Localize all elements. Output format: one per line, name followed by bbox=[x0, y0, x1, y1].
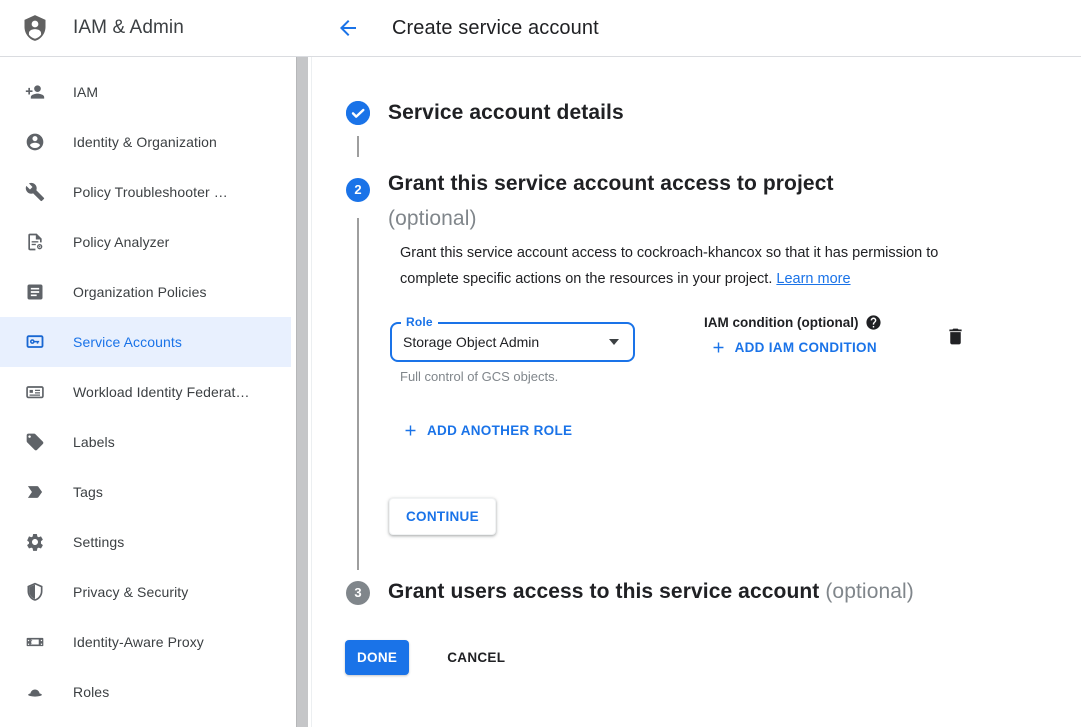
chevron-down-icon bbox=[609, 339, 619, 345]
gear-icon bbox=[25, 532, 45, 552]
sidebar-scrollbar[interactable] bbox=[296, 57, 308, 727]
create-service-account-form: Service account details 2 Grant this ser… bbox=[312, 57, 1081, 727]
continue-button[interactable]: CONTINUE bbox=[389, 498, 496, 535]
product-header: IAM & Admin bbox=[0, 0, 312, 56]
sidebar-item-identity-aware-proxy[interactable]: Identity-Aware Proxy bbox=[0, 617, 291, 667]
plus-icon bbox=[710, 339, 727, 356]
page-title: Create service account bbox=[392, 17, 599, 40]
label-tag-icon bbox=[25, 432, 45, 452]
top-bar: IAM & Admin Create service account bbox=[0, 0, 1081, 57]
step3-badge: 3 bbox=[346, 581, 370, 605]
step2-description: Grant this service account access to coc… bbox=[400, 241, 994, 292]
app-title: IAM & Admin bbox=[73, 17, 184, 39]
policy-analyzer-icon bbox=[25, 232, 45, 252]
sidebar-item-policy-troubleshooter[interactable]: Policy Troubleshooter … bbox=[0, 167, 291, 217]
sidebar-item-label: Tags bbox=[73, 484, 103, 500]
role-field-label: Role bbox=[401, 315, 438, 329]
sidebar-item-tags[interactable]: Tags bbox=[0, 467, 291, 517]
wrench-icon bbox=[25, 182, 45, 202]
sidebar-item-settings[interactable]: Settings bbox=[0, 517, 291, 567]
tag-arrow-icon bbox=[25, 482, 45, 502]
step2-badge: 2 bbox=[346, 178, 370, 202]
add-iam-condition-label: ADD IAM CONDITION bbox=[735, 340, 877, 355]
step1-title: Service account details bbox=[388, 100, 624, 126]
service-account-key-icon bbox=[25, 332, 45, 352]
sidebar-item-label: Identity-Aware Proxy bbox=[73, 634, 204, 650]
page-header: Create service account bbox=[312, 0, 1081, 56]
sidebar-item-label: Privacy & Security bbox=[73, 584, 188, 600]
sidebar-item-label: Organization Policies bbox=[73, 284, 207, 300]
step2-title-text: Grant this service account access to pro… bbox=[388, 166, 834, 201]
sidebar-item-label: Service Accounts bbox=[73, 334, 182, 350]
proxy-icon bbox=[25, 632, 45, 652]
help-icon[interactable] bbox=[865, 314, 882, 331]
step2-title: Grant this service account access to pro… bbox=[388, 166, 834, 236]
role-helper-text: Full control of GCS objects. bbox=[400, 369, 558, 384]
step1-check-icon bbox=[346, 101, 370, 125]
sidebar-item-label: Roles bbox=[73, 684, 109, 700]
sidebar-item-identity-organization[interactable]: Identity & Organization bbox=[0, 117, 291, 167]
sidebar-item-workload-identity-federation[interactable]: Workload Identity Federat… bbox=[0, 367, 291, 417]
plus-icon bbox=[402, 422, 419, 439]
sidebar-item-label: Policy Troubleshooter … bbox=[73, 184, 228, 200]
cancel-button[interactable]: CANCEL bbox=[447, 650, 505, 665]
sidebar-item-service-accounts[interactable]: Service Accounts bbox=[0, 317, 291, 367]
sidebar-item-label: Labels bbox=[73, 434, 115, 450]
sidebar-item-roles[interactable]: Roles bbox=[0, 667, 291, 717]
sidebar-item-policy-analyzer[interactable]: Policy Analyzer bbox=[0, 217, 291, 267]
step-connector bbox=[357, 218, 359, 570]
role-selected-value: Storage Object Admin bbox=[403, 334, 539, 350]
sidebar-item-label: Settings bbox=[73, 534, 124, 550]
sidebar-item-iam[interactable]: IAM bbox=[0, 67, 291, 117]
step3-optional-label: (optional) bbox=[825, 580, 914, 603]
learn-more-link[interactable]: Learn more bbox=[776, 271, 850, 287]
delete-role-trash-icon[interactable] bbox=[945, 325, 967, 347]
sidebar-item-privacy-security[interactable]: Privacy & Security bbox=[0, 567, 291, 617]
hat-icon bbox=[25, 682, 45, 702]
sidebar-item-label: Identity & Organization bbox=[73, 134, 217, 150]
iam-shield-logo-icon bbox=[21, 13, 49, 43]
done-button[interactable]: DONE bbox=[345, 640, 409, 675]
step2-description-text: Grant this service account access to coc… bbox=[400, 245, 938, 287]
step-connector bbox=[357, 136, 359, 157]
step3-title-text: Grant users access to this service accou… bbox=[388, 580, 819, 603]
sidebar: IAM Identity & Organization Policy Troub… bbox=[0, 57, 312, 727]
sidebar-item-label: IAM bbox=[73, 84, 98, 100]
sidebar-item-labels[interactable]: Labels bbox=[0, 417, 291, 467]
add-another-role-button[interactable]: ADD ANOTHER ROLE bbox=[402, 422, 572, 439]
back-arrow-icon[interactable] bbox=[336, 16, 360, 40]
iam-condition-label: IAM condition (optional) bbox=[704, 315, 858, 330]
account-circle-icon bbox=[25, 132, 45, 152]
role-select[interactable]: Role Storage Object Admin bbox=[390, 322, 635, 362]
step2-optional-label: (optional) bbox=[388, 201, 834, 236]
article-icon bbox=[25, 282, 45, 302]
add-iam-condition-button[interactable]: ADD IAM CONDITION bbox=[710, 339, 877, 356]
add-another-role-label: ADD ANOTHER ROLE bbox=[427, 423, 572, 438]
iam-admin-console: IAM & Admin Create service account IAM I… bbox=[0, 0, 1081, 727]
sidebar-item-label: Policy Analyzer bbox=[73, 234, 169, 250]
sidebar-item-organization-policies[interactable]: Organization Policies bbox=[0, 267, 291, 317]
identity-card-icon bbox=[25, 382, 45, 402]
shield-icon bbox=[25, 582, 45, 602]
person-add-icon bbox=[25, 82, 45, 102]
step3-title: Grant users access to this service accou… bbox=[388, 579, 914, 605]
form-actions: DONE CANCEL bbox=[345, 640, 505, 675]
iam-condition-section: IAM condition (optional) ADD IAM CONDITI… bbox=[704, 314, 882, 356]
sidebar-item-label: Workload Identity Federat… bbox=[73, 384, 250, 400]
